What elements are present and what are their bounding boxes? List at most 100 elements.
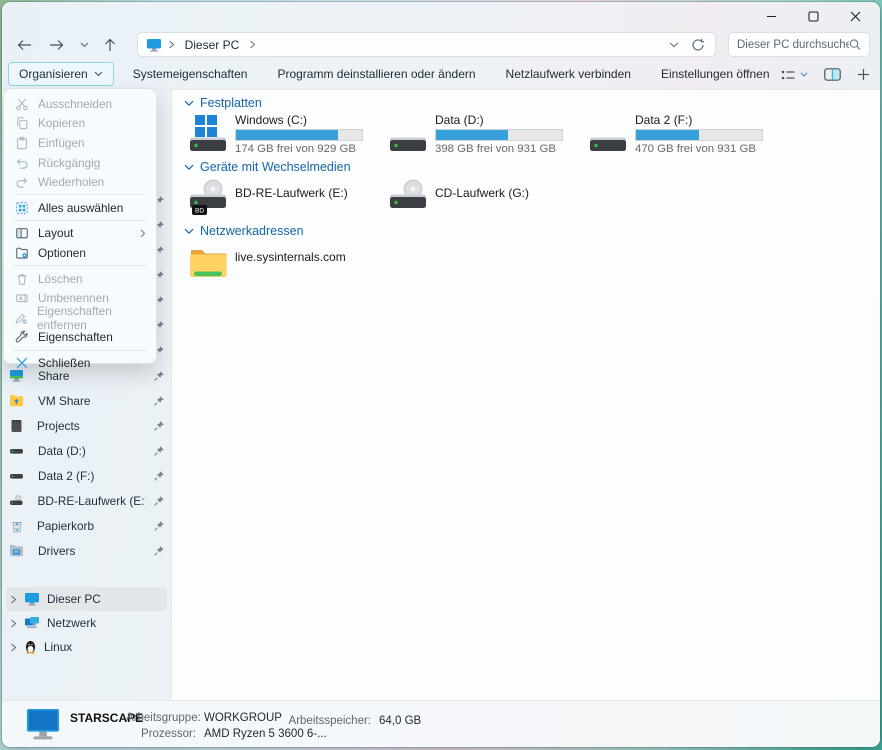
detail-value: 64,0 GB [379,714,421,728]
menu-item-redo: Wiederholen [4,172,156,192]
section-title: Netzwerkadressen [200,224,304,238]
preview-pane-button[interactable] [824,68,841,81]
sidebar-item-label: BD-RE-Laufwerk (E:) [38,494,145,508]
drive-tile-data2-f[interactable]: Data 2 (F:) 470 GB frei von 931 GB [572,112,772,155]
submenu-arrow-icon [140,229,146,238]
address-dropdown-icon[interactable] [669,42,679,48]
menu-item-label: Einfügen [38,136,85,150]
capacity-bar-fill [236,130,338,140]
organize-button[interactable]: Organisieren [8,62,114,86]
capacity-bar [435,129,563,141]
view-options-button[interactable] [781,69,808,81]
refresh-icon[interactable] [691,38,705,52]
hard-drive-tiles: Windows (C:) 174 GB frei von 929 GB Data… [172,112,880,155]
detail-value: AMD Ryzen 5 3600 6-... [204,727,327,741]
open-settings-button[interactable]: Einstellungen öffnen [650,62,781,86]
removable-media-tiles: BD BD-RE-Laufwerk (E:) CD-Laufwerk (G:) [172,176,880,220]
tree-item-label: Linux [44,640,72,654]
menu-item-label: Kopieren [38,116,85,130]
free-space-caption: 174 GB frei von 929 GB [235,143,363,155]
collapse-chevron-icon[interactable] [184,228,194,235]
pin-icon [153,420,165,432]
menu-item-layout[interactable]: Layout [4,224,156,244]
system-properties-button[interactable]: Systemeigenschaften [122,62,259,86]
tree-item-network[interactable]: Netzwerk [6,611,167,635]
menu-item-options[interactable]: Optionen [4,243,156,263]
explorer-window: Dieser PC Dieser PC durchsuchen Organisi… [2,2,880,747]
drive-icon [9,446,24,456]
section-title: Geräte mit Wechselmedien [200,160,351,174]
forward-icon [49,39,64,51]
menu-separator [13,265,147,266]
network-tile-sysinternals[interactable]: live.sysinternals.com [172,240,372,284]
drive-tile-cd-g[interactable]: CD-Laufwerk (G:) [372,176,572,220]
close-icon [850,11,861,22]
sidebar-item-data-d[interactable]: Data (D:) [2,438,171,463]
detail-value: WORKGROUP [204,711,282,725]
back-button[interactable] [12,33,38,57]
delete-icon [14,272,29,286]
sidebar-item-data2-f[interactable]: Data 2 (F:) [2,463,171,488]
chevron-right-icon[interactable] [10,619,17,628]
chevron-right-icon [249,40,256,49]
add-button[interactable] [857,68,870,81]
forward-button[interactable] [44,33,70,57]
plus-icon [857,68,870,81]
section-title: Festplatten [200,96,262,110]
uninstall-program-button[interactable]: Programm deinstallieren oder ändern [266,62,486,86]
sidebar-item-projects[interactable]: Projects [2,413,171,438]
drive-tile-windows-c[interactable]: Windows (C:) 174 GB frei von 929 GB [172,112,372,155]
menu-item-close[interactable]: Schließen [4,353,156,373]
chevron-right-icon[interactable] [10,643,17,652]
collapse-chevron-icon[interactable] [184,164,194,171]
menu-separator [13,350,147,351]
search-input[interactable]: Dieser PC durchsuchen [728,32,870,57]
drive-name: Data 2 (F:) [635,113,763,127]
sidebar-item-drivers[interactable]: Drivers [2,538,171,563]
organize-label: Organisieren [19,67,88,81]
sidebar-item-recycle-bin[interactable]: Papierkorb [2,513,171,538]
menu-item-label: Layout [38,226,73,240]
close-button[interactable] [834,4,876,28]
detail-label: Arbeitsgruppe: [126,711,196,725]
menu-item-select-all[interactable]: Alles auswählen [4,198,156,218]
minimize-button[interactable] [750,4,792,28]
sidebar-item-bd-re-drive[interactable]: BD-RE-Laufwerk (E:) [2,488,171,513]
projects-folder-icon [10,419,23,433]
optical-drive-icon [9,494,24,507]
pin-icon [153,395,165,407]
sidebar-item-label: Projects [37,419,80,433]
menu-item-undo: Rückgängig [4,153,156,173]
tree-item-this-pc[interactable]: Dieser PC [6,587,167,611]
view-list-icon [781,69,796,81]
pin-icon [153,495,165,507]
address-bar[interactable]: Dieser PC [137,32,716,57]
tree-item-linux[interactable]: Linux [6,635,167,659]
map-network-drive-button[interactable]: Netzlaufwerk verbinden [495,62,642,86]
title-bar [2,2,880,30]
select-all-icon [14,201,29,215]
drive-icon [586,112,630,154]
menu-item-label: Eigenschaften [38,330,113,344]
menu-item-label: Alles auswählen [38,201,123,215]
properties-icon [14,330,29,344]
collapse-chevron-icon[interactable] [184,100,194,107]
maximize-button[interactable] [792,4,834,28]
drive-tile-bd-re-e[interactable]: BD BD-RE-Laufwerk (E:) [172,176,372,220]
chevron-right-icon[interactable] [10,595,17,604]
paste-icon [14,136,29,150]
copy-icon [14,116,29,130]
network-folder-icon [186,240,230,284]
breadcrumb-this-pc[interactable]: Dieser PC [181,37,244,53]
tree-item-label: Dieser PC [47,592,101,606]
computer-name: STARSCAPE [70,708,126,747]
sidebar-item-vm-share[interactable]: VM Share [2,388,171,413]
drive-tile-data-d[interactable]: Data (D:) 398 GB frei von 931 GB [372,112,572,155]
drive-name: Data (D:) [435,113,563,127]
menu-item-label: Ausschneiden [38,97,112,111]
up-button[interactable] [97,33,123,57]
menu-separator [13,220,147,221]
cd-drive-icon [386,176,430,220]
menu-item-label: Optionen [38,246,86,260]
recent-locations-button[interactable] [75,33,93,57]
